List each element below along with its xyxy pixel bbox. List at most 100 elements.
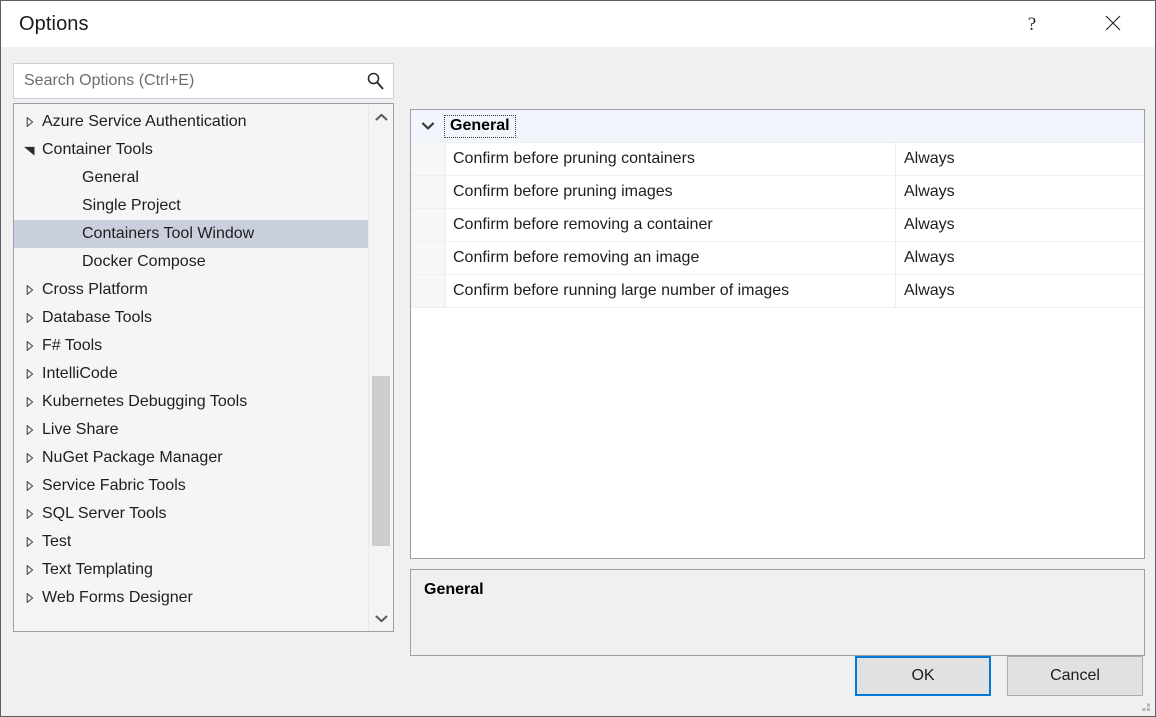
title-bar: Options ? <box>1 1 1155 47</box>
question-mark-icon: ? <box>1028 15 1036 34</box>
triangle-right-icon[interactable] <box>22 284 38 296</box>
triangle-right-icon[interactable] <box>22 536 38 548</box>
tree-item-docker-compose[interactable]: Docker Compose <box>14 248 368 276</box>
scrollbar-down-button[interactable] <box>369 607 393 629</box>
tree-item-label: Database Tools <box>42 309 152 327</box>
tree-item-database-tools[interactable]: Database Tools <box>14 304 368 332</box>
right-pane: General Confirm before pruning container… <box>410 109 1145 656</box>
ok-button[interactable]: OK <box>855 656 991 696</box>
tree-item-label: Test <box>42 533 71 551</box>
grid-row-name: Confirm before removing a container <box>446 209 895 241</box>
tree-item-label: IntelliCode <box>42 365 118 383</box>
grid-row[interactable]: Confirm before pruning containersAlways <box>411 143 1144 176</box>
grid-row-indent <box>411 176 446 208</box>
triangle-right-icon[interactable] <box>22 312 38 324</box>
grid-row-indent <box>411 242 446 274</box>
grid-row-name: Confirm before pruning images <box>446 176 895 208</box>
tree-item-text-templating[interactable]: Text Templating <box>14 556 368 584</box>
chevron-up-icon <box>375 109 388 126</box>
tree-item-intellicode[interactable]: IntelliCode <box>14 360 368 388</box>
scrollbar-thumb[interactable] <box>372 376 390 546</box>
grid-row[interactable]: Confirm before removing an imageAlways <box>411 242 1144 275</box>
triangle-right-icon[interactable] <box>22 508 38 520</box>
tree-item-live-share[interactable]: Live Share <box>14 416 368 444</box>
tree-item-azure-service-authentication[interactable]: Azure Service Authentication <box>14 108 368 136</box>
options-tree-container: Azure Service Authentication Container To… <box>13 103 394 632</box>
scrollbar-up-button[interactable] <box>369 106 393 128</box>
grid-row[interactable]: Confirm before running large number of i… <box>411 275 1144 308</box>
grid-row-value[interactable]: Always <box>895 275 1144 307</box>
tree-item-single-project[interactable]: Single Project <box>14 192 368 220</box>
options-tree[interactable]: Azure Service Authentication Container To… <box>14 104 368 631</box>
options-dialog: Options ? <box>0 0 1156 717</box>
tree-item-label: Web Forms Designer <box>42 589 193 607</box>
tree-item-label: SQL Server Tools <box>42 505 167 523</box>
grid-row-name: Confirm before removing an image <box>446 242 895 274</box>
search-icon[interactable] <box>365 71 385 91</box>
tree-item-test[interactable]: Test <box>14 528 368 556</box>
tree-item-label: Text Templating <box>42 561 153 579</box>
tree-item-f-tools[interactable]: F# Tools <box>14 332 368 360</box>
triangle-right-icon[interactable] <box>22 396 38 408</box>
grid-row-indent <box>411 209 446 241</box>
tree-item-web-forms-designer[interactable]: Web Forms Designer <box>14 584 368 612</box>
close-icon <box>1104 14 1122 35</box>
tree-item-containers-tool-window[interactable]: Containers Tool Window <box>14 220 368 248</box>
search-box[interactable] <box>13 63 394 99</box>
tree-item-service-fabric-tools[interactable]: Service Fabric Tools <box>14 472 368 500</box>
grid-row-value[interactable]: Always <box>895 209 1144 241</box>
grid-row-indent <box>411 143 446 175</box>
chevron-down-icon <box>375 610 388 627</box>
tree-item-kubernetes-debugging-tools[interactable]: Kubernetes Debugging Tools <box>14 388 368 416</box>
settings-grid: General Confirm before pruning container… <box>410 109 1145 559</box>
grid-row-value[interactable]: Always <box>895 143 1144 175</box>
tree-item-label: Kubernetes Debugging Tools <box>42 393 247 411</box>
search-input[interactable] <box>14 64 393 98</box>
tree-item-label: Single Project <box>82 197 181 215</box>
triangle-right-icon[interactable] <box>22 368 38 380</box>
tree-item-label: F# Tools <box>42 337 102 355</box>
tree-item-label: NuGet Package Manager <box>42 449 223 467</box>
grid-row-value[interactable]: Always <box>895 176 1144 208</box>
grid-row-value[interactable]: Always <box>895 242 1144 274</box>
grid-row[interactable]: Confirm before pruning imagesAlways <box>411 176 1144 209</box>
tree-item-cross-platform[interactable]: Cross Platform <box>14 276 368 304</box>
dialog-body: Azure Service Authentication Container To… <box>1 47 1155 716</box>
grid-row-name: Confirm before running large number of i… <box>446 275 895 307</box>
grid-row[interactable]: Confirm before removing a containerAlway… <box>411 209 1144 242</box>
tree-item-label: Container Tools <box>42 141 153 159</box>
description-title: General <box>424 581 1131 599</box>
triangle-right-icon[interactable] <box>22 340 38 352</box>
tree-item-label: General <box>82 169 139 187</box>
tree-item-label: Live Share <box>42 421 119 439</box>
tree-item-container-tools[interactable]: Container Tools <box>14 136 368 164</box>
description-panel: General <box>410 569 1145 656</box>
tree-item-general[interactable]: General <box>14 164 368 192</box>
triangle-right-icon[interactable] <box>22 116 38 128</box>
help-button[interactable]: ? <box>1009 1 1055 47</box>
tree-item-label: Cross Platform <box>42 281 148 299</box>
close-button[interactable] <box>1090 1 1136 47</box>
grid-category-header[interactable]: General <box>411 110 1144 143</box>
grid-category-label: General <box>445 116 515 137</box>
tree-item-label: Service Fabric Tools <box>42 477 186 495</box>
triangle-right-icon[interactable] <box>22 452 38 464</box>
tree-item-sql-server-tools[interactable]: SQL Server Tools <box>14 500 368 528</box>
tree-item-label: Azure Service Authentication <box>42 113 247 131</box>
triangle-right-icon[interactable] <box>22 592 38 604</box>
chevron-down-icon[interactable] <box>411 121 445 131</box>
dialog-title: Options <box>19 13 89 36</box>
grid-rows: Confirm before pruning containersAlwaysC… <box>411 143 1144 308</box>
cancel-button[interactable]: Cancel <box>1007 656 1143 696</box>
triangle-right-icon[interactable] <box>22 480 38 492</box>
dialog-footer: OK Cancel <box>855 656 1143 696</box>
tree-item-label: Docker Compose <box>82 253 206 271</box>
resize-grip-icon[interactable] <box>1138 699 1152 713</box>
grid-row-indent <box>411 275 446 307</box>
triangle-right-icon[interactable] <box>22 424 38 436</box>
tree-scrollbar[interactable] <box>368 104 393 631</box>
triangle-right-icon[interactable] <box>22 564 38 576</box>
tree-item-nuget-package-manager[interactable]: NuGet Package Manager <box>14 444 368 472</box>
left-pane: Azure Service Authentication Container To… <box>13 63 394 632</box>
triangle-down-icon[interactable] <box>22 144 38 156</box>
